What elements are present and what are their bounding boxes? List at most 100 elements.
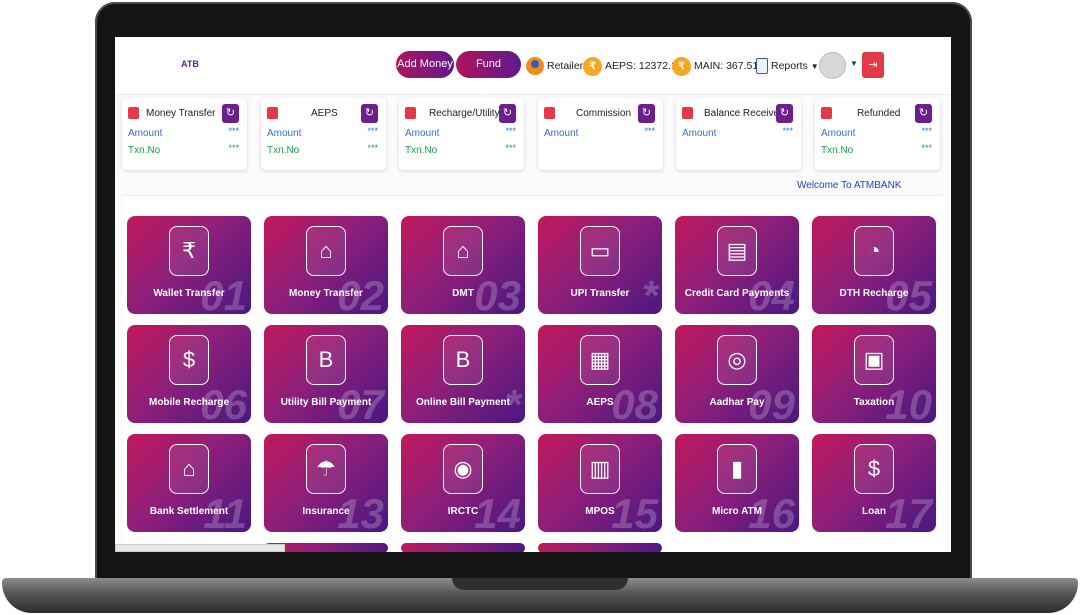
tile-label: Money Transfer [289, 288, 363, 299]
tile-icon: ▭ [580, 226, 620, 276]
service-tile-irctc[interactable]: 14 ◉ IRCTC [401, 434, 525, 532]
tile-label: IRCTC [447, 506, 479, 517]
main-balance: ₹ MAIN: 367.51 [672, 54, 758, 78]
service-tile-wallet-transfer[interactable]: 01 ₹ Wallet Transfer [127, 216, 251, 314]
logo-text: TB [186, 59, 199, 69]
amount-label: Amount [544, 128, 579, 139]
tile-icon: ▣ [854, 335, 894, 385]
refresh-icon[interactable]: ↻ [222, 104, 239, 123]
amount-value: *** [921, 126, 932, 136]
amount-value: *** [505, 126, 516, 136]
tile-label: Taxation [853, 397, 895, 408]
logout-button[interactable]: ⇥ [862, 52, 884, 78]
tile-icon: B [443, 335, 483, 385]
refresh-icon[interactable]: ↻ [638, 104, 655, 123]
tile-label: UPI Transfer [570, 288, 630, 299]
service-tile-aeps[interactable]: 08 ▦ AEPS [538, 325, 662, 423]
txn-label: Txn.No [267, 145, 300, 156]
user-caret-icon[interactable]: ▼ [850, 59, 858, 68]
brand-logo[interactable]: ATB [181, 59, 199, 69]
caret-down-icon: ▼ [810, 62, 819, 71]
refresh-icon[interactable]: ↻ [499, 104, 516, 123]
stat-card-commission: Commission ↻ Amount *** [538, 98, 663, 170]
tile-label: Utility Bill Payment [280, 397, 372, 408]
service-tile-online-bill-payment[interactable]: * B Online Bill Payment [401, 325, 525, 423]
stat-card-refunded: Refunded ↻ Amount *** Txn.No *** [815, 98, 940, 170]
stat-title: AEPS [311, 108, 338, 119]
service-tile-bank-settlement[interactable]: 11 ⌂ Bank Settlement [127, 434, 251, 532]
retailer-menu[interactable]: Retailer [526, 54, 583, 78]
amount-value: *** [782, 126, 793, 136]
add-money-button[interactable]: Add Money [396, 51, 454, 78]
aeps-balance-text: AEPS: 12372.19 [605, 60, 683, 72]
tile-icon: ▦ [580, 335, 620, 385]
amount-value: *** [228, 126, 239, 136]
tile-icon: $ [854, 444, 894, 494]
tile-icon: $ [169, 335, 209, 385]
main-balance-text: MAIN: 367.51 [694, 60, 759, 72]
refresh-icon[interactable]: ↻ [361, 104, 378, 123]
money-transfer-icon [128, 107, 139, 119]
tile-label: Aadhar Pay [709, 397, 765, 408]
tile-label: Bank Settlement [149, 506, 229, 517]
user-avatar[interactable] [819, 52, 846, 79]
service-tile-credit-card-payments[interactable]: 04 ▤ Credit Card Payments [675, 216, 799, 314]
tile-icon: ⌂ [443, 226, 483, 276]
service-tile-insurance[interactable]: 13 ☂ Insurance [264, 434, 388, 532]
service-tile-loan[interactable]: 17 $ Loan [812, 434, 936, 532]
service-tile-money-transfer[interactable]: 02 ⌂ Money Transfer [264, 216, 388, 314]
tile-label: Micro ATM [712, 506, 762, 517]
service-tile-micro-atm[interactable]: 16 ▮ Micro ATM [675, 434, 799, 532]
refresh-icon[interactable]: ↻ [915, 104, 932, 123]
status-bar [115, 544, 285, 552]
reports-dropdown[interactable]: Reports ▼ [756, 54, 819, 78]
tile-label: MPOS [585, 506, 615, 517]
tile-label: Credit Card Payments [684, 288, 790, 299]
rupee-coin-icon: ₹ [583, 56, 602, 76]
recharge-icon [405, 107, 416, 119]
service-tile-aadhar-pay[interactable]: 09 ◎ Aadhar Pay [675, 325, 799, 423]
tile-icon: ⌂ [306, 226, 346, 276]
stat-title: Balance Received [704, 108, 785, 119]
commission-icon [544, 107, 555, 119]
balance-received-icon [682, 107, 693, 119]
tile-label: Mobile Recharge [148, 397, 230, 408]
tile-label: AEPS [586, 397, 614, 408]
service-tile-taxation[interactable]: 10 ▣ Taxation [812, 325, 936, 423]
service-tile-dmt[interactable]: 03 ⌂ DMT [401, 216, 525, 314]
stat-title: Commission [576, 108, 632, 119]
tile-label: Wallet Transfer [153, 288, 225, 299]
stat-card-balance-received: Balance Received ↻ Amount *** [676, 98, 801, 170]
amount-value: *** [367, 126, 378, 136]
tile-icon: ▤ [717, 226, 757, 276]
tile-icon: ▥ [580, 444, 620, 494]
amount-label: Amount [405, 128, 440, 139]
service-tile-partial[interactable] [401, 543, 525, 552]
service-tile-upi-transfer[interactable]: * ▭ UPI Transfer [538, 216, 662, 314]
stat-title: Recharge/Utility [429, 108, 500, 119]
service-tile-dth-recharge[interactable]: 05 ◔ DTH Recharge [812, 216, 936, 314]
laptop-frame: ATB Add Money Fund Request Retailer ₹ AEP… [0, 0, 1080, 615]
stat-title: Refunded [857, 108, 901, 119]
tile-icon: ◎ [717, 335, 757, 385]
stat-card-money-transfer: Money Transfer ↻ Amount *** Txn.No *** [122, 98, 247, 170]
service-tile-partial[interactable] [538, 543, 662, 552]
refresh-icon[interactable]: ↻ [776, 104, 793, 123]
stat-title: Money Transfer [146, 108, 216, 119]
amount-label: Amount [267, 128, 302, 139]
stat-card-recharge-utility: Recharge/Utility ↻ Amount *** Txn.No *** [399, 98, 524, 170]
tile-label: Loan [862, 506, 886, 517]
amount-label: Amount [128, 128, 163, 139]
reports-label: Reports [771, 60, 808, 72]
txn-label: Txn.No [821, 145, 854, 156]
service-tile-mpos[interactable]: 15 ▥ MPOS [538, 434, 662, 532]
txn-label: Txn.No [405, 145, 438, 156]
tile-label: DMT [452, 288, 474, 299]
fund-request-button[interactable]: Fund Request [456, 51, 521, 97]
tile-icon: ◔ [854, 226, 894, 276]
txn-value: *** [921, 143, 932, 153]
tile-icon: ⌂ [169, 444, 209, 494]
aeps-icon [267, 107, 278, 119]
service-tile-utility-bill-payment[interactable]: 07 B Utility Bill Payment [264, 325, 388, 423]
service-tile-mobile-recharge[interactable]: 06 $ Mobile Recharge [127, 325, 251, 423]
